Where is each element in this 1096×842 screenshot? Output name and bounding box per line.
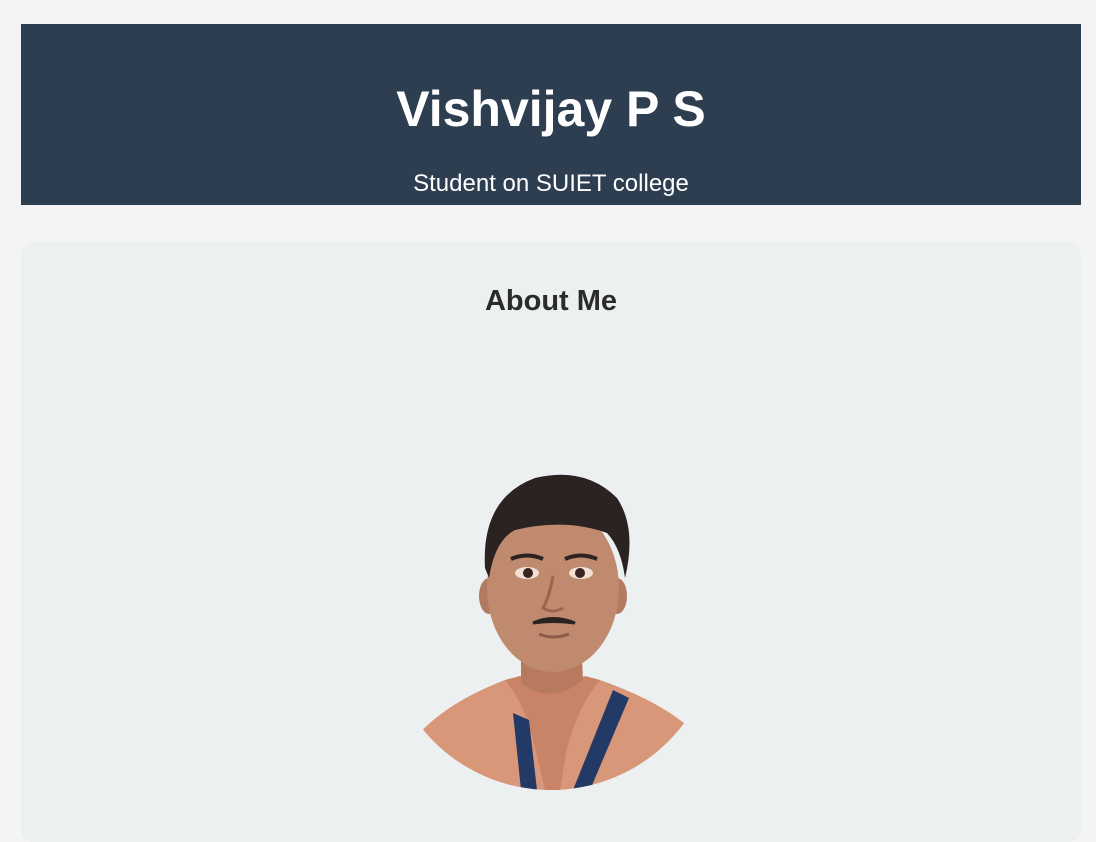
page-header: Vishvijay P S Student on SUIET college bbox=[21, 24, 1081, 205]
page-title: Vishvijay P S bbox=[396, 81, 706, 137]
profile-photo-illustration bbox=[385, 458, 717, 790]
about-heading: About Me bbox=[484, 285, 618, 317]
about-section: About Me bbox=[21, 242, 1081, 842]
profile-photo bbox=[385, 458, 717, 790]
page-subtitle: Student on SUIET college bbox=[413, 170, 689, 197]
